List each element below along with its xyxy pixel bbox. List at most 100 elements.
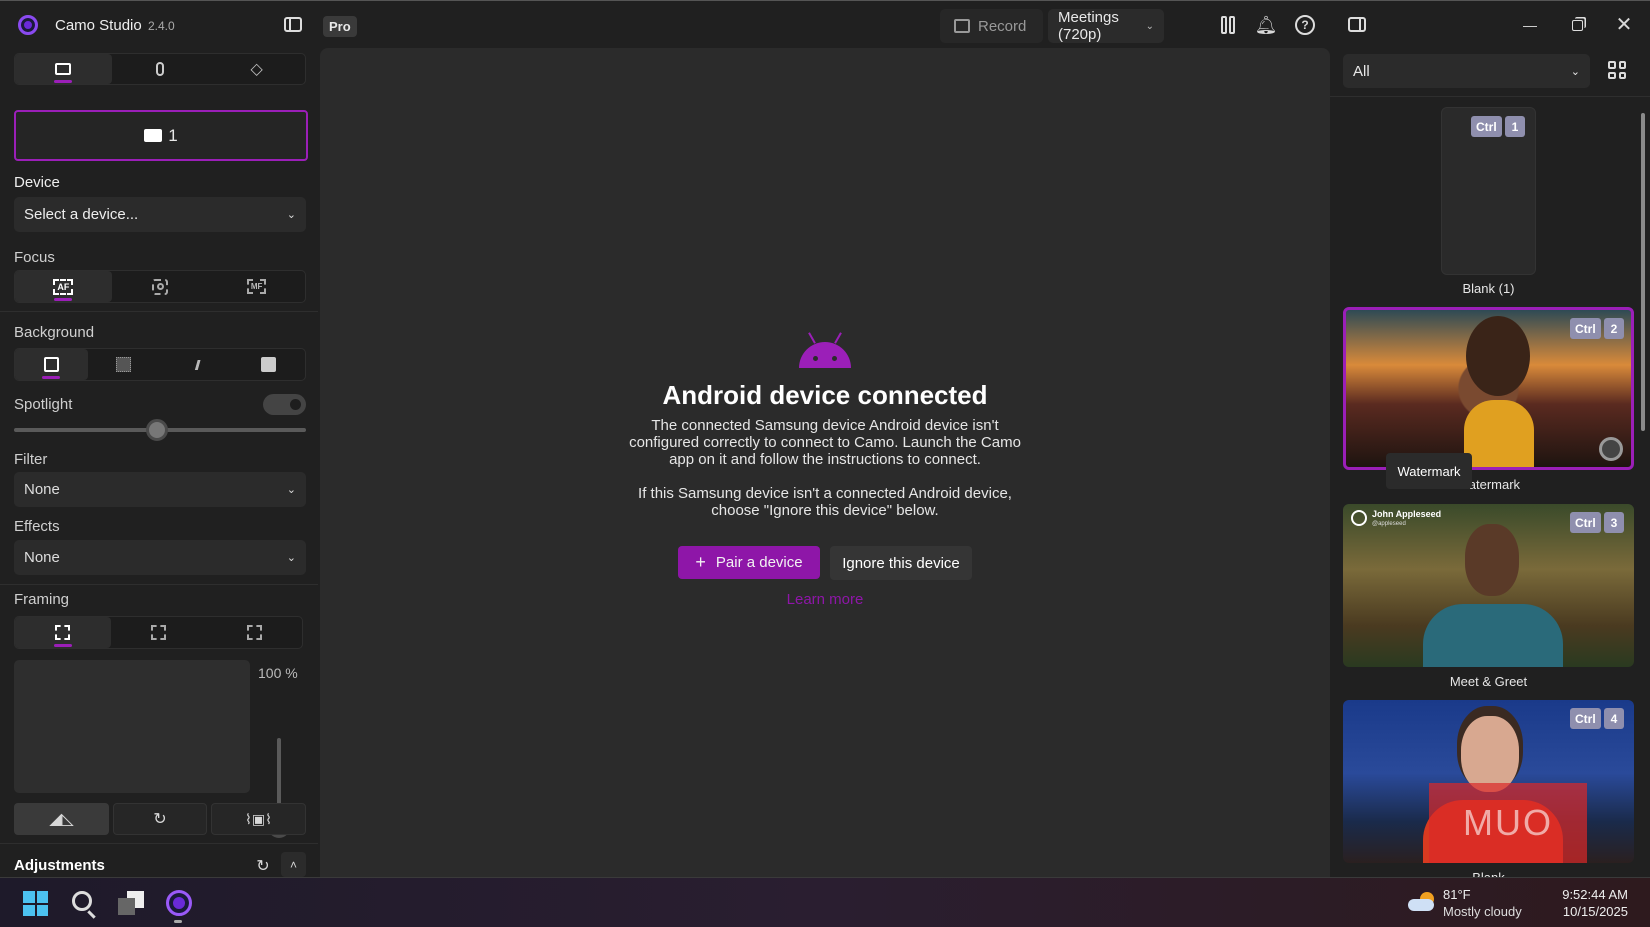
ignore-device-button[interactable]: Ignore this device (830, 546, 972, 580)
grid-view-icon[interactable] (1608, 61, 1626, 79)
close-icon[interactable]: ✕ (1614, 13, 1634, 36)
divider (1330, 96, 1650, 97)
scene-tile-blank-4[interactable]: MUO Ctrl 4 (1343, 700, 1634, 863)
scene-tile-blank[interactable]: Ctrl 1 (1441, 107, 1536, 275)
focus-auto-button[interactable]: AF (15, 271, 112, 302)
person-replace-icon (261, 357, 277, 372)
tab-layers[interactable]: ◇ (208, 54, 305, 84)
help-icon[interactable]: ? (1295, 15, 1315, 35)
windows-start-icon[interactable] (23, 891, 48, 916)
scene-label: Meet & Greet (1449, 674, 1528, 689)
profile-overlay-icon (1351, 510, 1367, 526)
preset-dropdown[interactable]: Meetings (720p) ⌄ (1048, 9, 1164, 43)
minimize-icon[interactable]: — (1520, 15, 1540, 35)
message-body: The connected Samsung device Android dev… (629, 417, 1021, 468)
scene-tile-watermark[interactable]: Ctrl 2 (1343, 307, 1634, 470)
effects-dropdown[interactable]: None ⌄ (14, 540, 306, 575)
record-icon (954, 19, 970, 33)
background-remove-button[interactable]: /// (160, 349, 233, 380)
search-icon[interactable] (72, 891, 96, 919)
active-indicator (174, 920, 182, 923)
person-frame-icon (43, 357, 59, 372)
framing-label: Framing (14, 591, 70, 608)
divider (0, 843, 318, 844)
background-label: Background (14, 324, 95, 341)
restore-icon[interactable] (1567, 15, 1587, 35)
pro-badge[interactable]: Pro (323, 16, 357, 37)
frame-cursor-icon (55, 625, 71, 640)
pair-device-button[interactable]: + Pair a device (678, 546, 820, 579)
split-view-icon[interactable] (1220, 16, 1236, 34)
video-camera-icon (55, 63, 72, 75)
layers-icon: ◇ (250, 61, 263, 78)
scene-key: 1 (1505, 116, 1525, 137)
pair-device-label: Pair a device (715, 554, 803, 571)
effects-value: None (24, 549, 60, 566)
watermark-text: MUO (1463, 802, 1553, 843)
framing-auto-button[interactable] (111, 617, 207, 648)
sidebar-toggle-icon[interactable] (284, 17, 302, 32)
stabilize-button[interactable]: ⌇▣⌇ (211, 803, 306, 835)
person-blur-icon (116, 357, 132, 372)
reset-icon[interactable]: ↻ (253, 856, 273, 876)
filter-dropdown[interactable]: None ⌄ (14, 472, 306, 507)
slider-thumb[interactable] (146, 419, 169, 441)
task-view-icon[interactable] (118, 891, 145, 915)
face-focus-icon (152, 278, 168, 295)
mirror-button[interactable]: ◢◺ (14, 803, 109, 835)
divider (0, 311, 318, 312)
background-blur-button[interactable] (88, 349, 161, 380)
learn-more-link[interactable]: Learn more (725, 591, 925, 608)
background-replace-button[interactable] (233, 349, 306, 380)
tab-video[interactable] (15, 54, 112, 84)
clock-time[interactable]: 9:52:44 AM (1562, 887, 1628, 902)
weather-icon (1408, 892, 1436, 912)
camo-taskbar-icon[interactable] (166, 890, 192, 916)
overlay-name: John Appleseed (1372, 509, 1442, 519)
clock-date[interactable]: 10/15/2025 (1563, 904, 1628, 919)
manual-focus-icon: MF (246, 279, 267, 294)
spotlight-toggle[interactable] (263, 394, 306, 415)
chevron-down-icon: ⌄ (286, 552, 296, 564)
background-none-button[interactable] (15, 349, 88, 380)
microphone-icon (156, 62, 164, 76)
tooltip: Watermark (1386, 453, 1472, 489)
scene-key: 4 (1604, 708, 1624, 729)
camera-slot-label: 1 (168, 125, 178, 145)
android-icon (799, 330, 851, 368)
filter-value: None (24, 481, 60, 498)
rotate-button[interactable]: ↻ (113, 803, 207, 835)
tab-audio[interactable] (112, 54, 209, 84)
device-dropdown[interactable]: Select a device... ⌄ (14, 197, 306, 232)
framing-preview[interactable] (14, 660, 250, 793)
watermark-logo-icon (1599, 437, 1623, 461)
bell-icon[interactable]: 🔔︎ (1255, 14, 1278, 36)
scene-tile-meet-greet[interactable]: John Appleseed @appleseed Ctrl 3 (1343, 504, 1634, 667)
frame-person-icon (151, 625, 166, 640)
panel-toggle-icon[interactable] (1348, 17, 1366, 32)
framing-manual-button[interactable] (15, 617, 111, 648)
scene-filter-dropdown[interactable]: All ⌄ (1343, 54, 1590, 88)
weather-temp[interactable]: 81°F (1443, 887, 1471, 902)
focus-label: Focus (14, 249, 55, 266)
main-preview: Android device connected The connected S… (320, 48, 1330, 888)
spotlight-slider[interactable] (14, 419, 306, 441)
chevron-down-icon: ⌄ (286, 484, 296, 496)
scenes-scrollbar[interactable] (1641, 113, 1645, 431)
camera-slot-button[interactable]: 1 (14, 110, 308, 161)
collapse-button[interactable]: ˄ (281, 852, 306, 877)
weather-condition[interactable]: Mostly cloudy (1443, 904, 1522, 919)
focus-manual-button[interactable]: MF (208, 271, 305, 302)
record-label: Record (978, 17, 1027, 35)
focus-face-button[interactable] (112, 271, 209, 302)
effects-label: Effects (14, 518, 60, 535)
autofocus-icon: AF (53, 278, 74, 295)
taskbar: 81°F Mostly cloudy 9:52:44 AM 10/15/2025 (0, 877, 1650, 927)
video-camera-icon (144, 129, 163, 142)
framing-close-button[interactable] (206, 617, 302, 648)
overlay-handle: @appleseed (1372, 521, 1406, 527)
record-button[interactable]: Record (940, 9, 1043, 43)
ctrl-key: Ctrl (1570, 708, 1601, 729)
filter-label: Filter (14, 451, 48, 468)
divider (0, 584, 318, 585)
